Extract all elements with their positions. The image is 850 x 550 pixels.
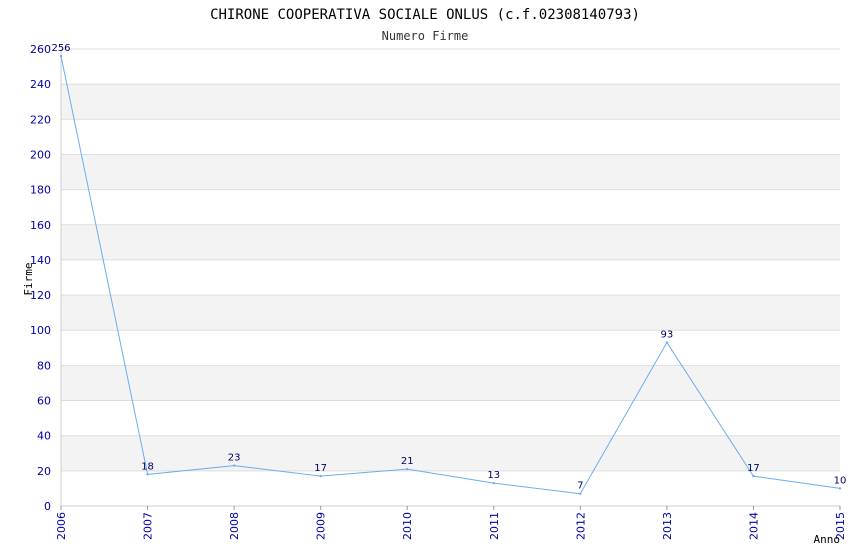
grid-band xyxy=(61,119,840,155)
data-point xyxy=(838,487,842,490)
x-tick-label: 2012 xyxy=(574,512,587,540)
y-tick-label: 100 xyxy=(30,324,51,337)
data-label: 10 xyxy=(834,475,847,486)
x-tick-label: 2008 xyxy=(228,512,241,540)
data-point xyxy=(665,341,669,344)
data-label: 7 xyxy=(577,481,583,492)
y-tick-label: 160 xyxy=(30,219,51,232)
x-tick-label: 2013 xyxy=(661,512,674,540)
x-tick-label: 2007 xyxy=(142,512,155,540)
data-point xyxy=(752,474,755,478)
chart-subtitle: Numero Firme xyxy=(382,29,469,43)
data-point xyxy=(59,54,63,58)
x-axis-title: Anno xyxy=(814,533,841,546)
y-tick-label: 80 xyxy=(37,359,51,372)
x-tick-label: 2006 xyxy=(55,512,68,540)
x-tick-label: 2011 xyxy=(488,512,501,540)
grid-band xyxy=(61,259,840,296)
data-label: 13 xyxy=(487,470,500,481)
grid-band xyxy=(61,49,840,85)
y-axis-title: Firme xyxy=(22,262,35,295)
data-point xyxy=(492,481,495,485)
grid-band xyxy=(61,400,840,436)
grid-band xyxy=(61,365,840,401)
data-label: 21 xyxy=(401,456,414,467)
data-point xyxy=(232,464,236,467)
data-point xyxy=(319,474,322,478)
grid-band xyxy=(61,84,840,120)
grid-band xyxy=(61,189,840,225)
data-point xyxy=(146,473,149,476)
data-point xyxy=(406,467,409,471)
line-chart: CHIRONE COOPERATIVA SOCIALE ONLUS (c.f.0… xyxy=(22,7,847,546)
data-label: 18 xyxy=(141,461,154,472)
plot-bands xyxy=(61,49,840,506)
x-tick-label: 2009 xyxy=(315,512,328,540)
data-label: 23 xyxy=(228,453,241,464)
grid-band xyxy=(61,224,840,260)
data-label: 17 xyxy=(314,463,327,474)
grid-band xyxy=(61,330,840,366)
y-tick-label: 20 xyxy=(37,465,51,478)
y-tick-label: 260 xyxy=(30,43,51,56)
x-tick-labels: 2006 2007 2008 2009 2010 2011 2012 2013 2014 2015 xyxy=(55,506,847,540)
y-tick-label: 40 xyxy=(37,430,51,443)
x-tick-label: 2014 xyxy=(747,512,760,540)
y-tick-label: 200 xyxy=(30,148,51,161)
data-label: 256 xyxy=(51,43,70,54)
x-tick-label: 2010 xyxy=(401,512,414,540)
y-tick-label: 220 xyxy=(30,113,51,126)
y-tick-label: 0 xyxy=(44,500,51,513)
data-label: 93 xyxy=(661,330,674,341)
data-label: 17 xyxy=(747,463,760,474)
y-tick-label: 60 xyxy=(37,395,51,408)
grid-band xyxy=(61,154,840,190)
grid-band xyxy=(61,295,840,331)
grid-band xyxy=(61,435,840,471)
y-tick-label: 240 xyxy=(30,78,51,91)
chart-title: CHIRONE COOPERATIVA SOCIALE ONLUS (c.f.0… xyxy=(210,7,640,23)
y-tick-label: 180 xyxy=(30,184,51,197)
data-point xyxy=(579,492,582,495)
